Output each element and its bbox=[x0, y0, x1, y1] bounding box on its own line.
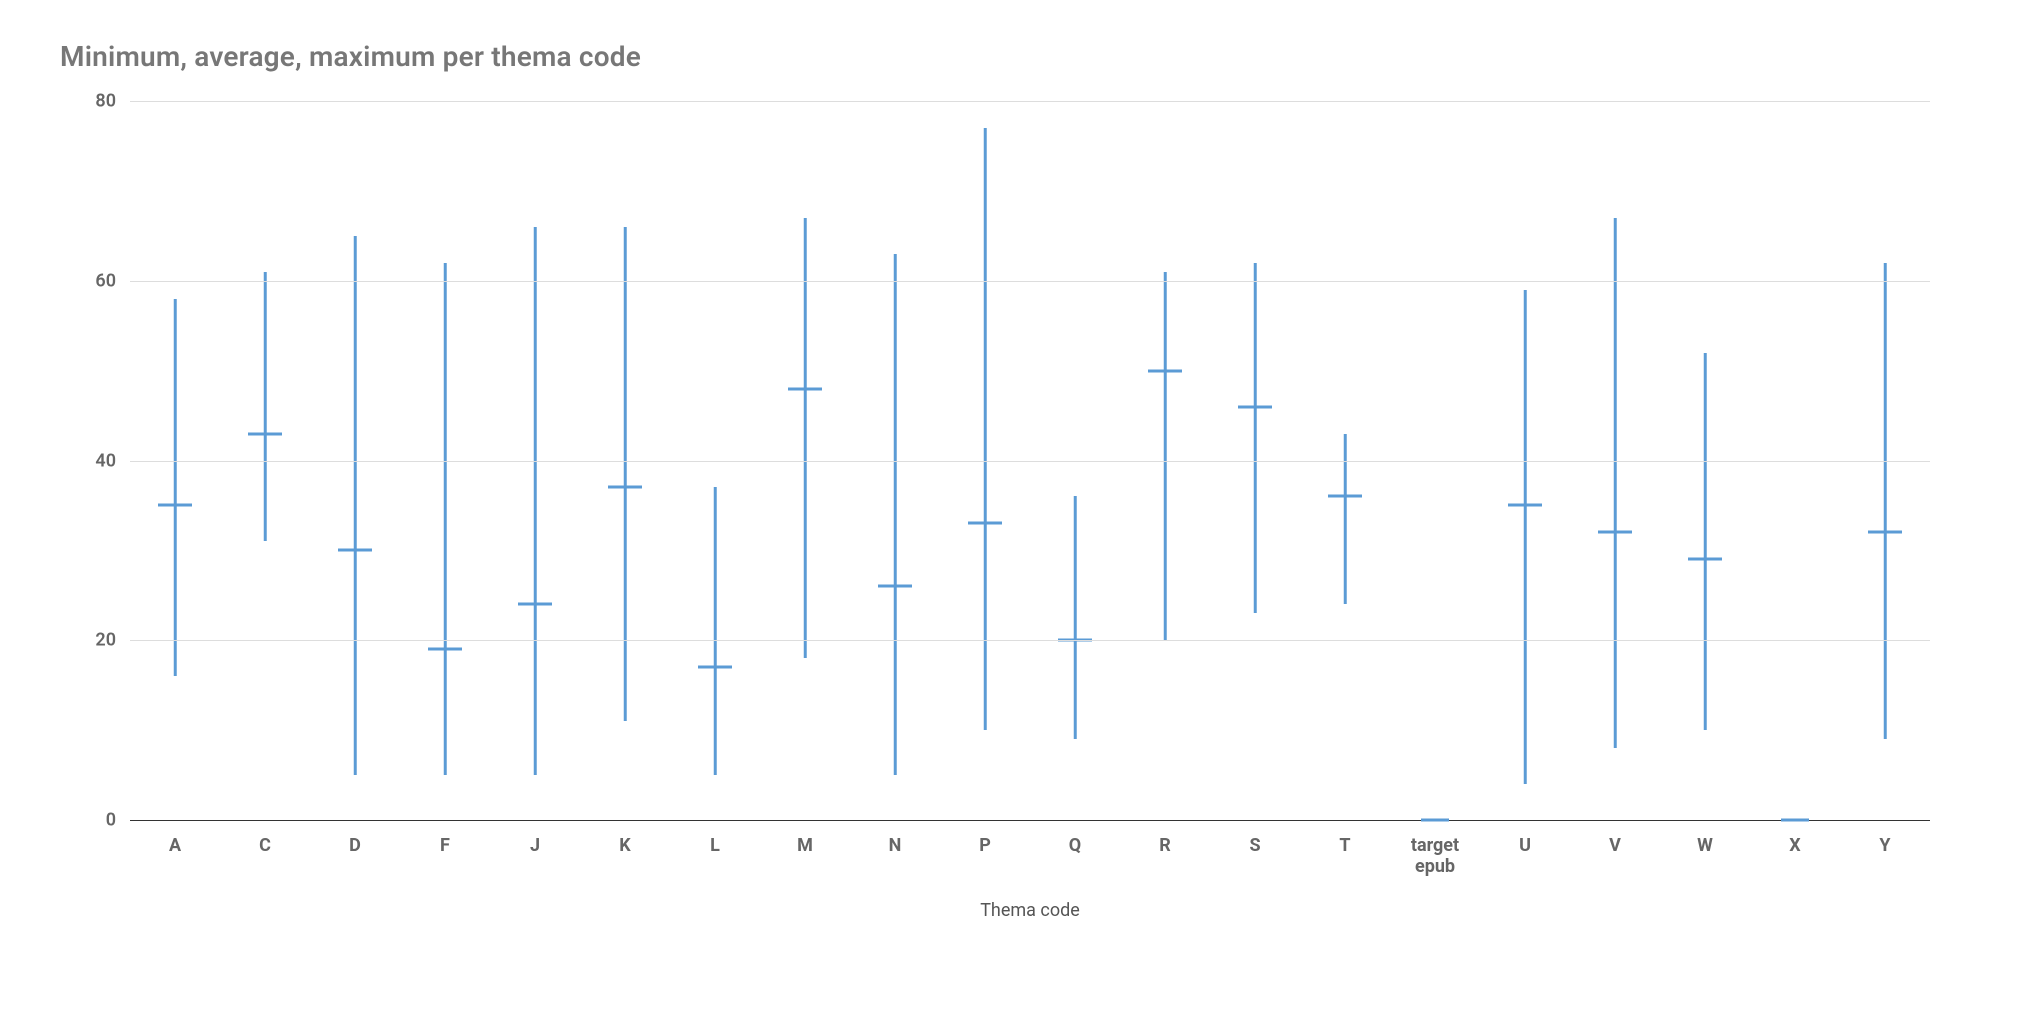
x-tick-label: Q bbox=[1030, 829, 1120, 877]
y-tick-label: 40 bbox=[95, 450, 116, 471]
average-mark bbox=[248, 432, 282, 435]
x-tick-label: R bbox=[1120, 829, 1210, 877]
range-line bbox=[1524, 290, 1527, 784]
average-mark bbox=[158, 504, 192, 507]
average-mark bbox=[878, 585, 912, 588]
average-mark bbox=[968, 522, 1002, 525]
x-tick-label: N bbox=[850, 829, 940, 877]
average-mark bbox=[1328, 495, 1362, 498]
gridline bbox=[130, 461, 1930, 462]
plot-area: 020406080 bbox=[130, 101, 1930, 821]
zero-stub bbox=[1781, 819, 1809, 822]
range-line bbox=[1164, 272, 1167, 640]
x-tick-label: L bbox=[670, 829, 760, 877]
average-mark bbox=[1868, 531, 1902, 534]
gridline bbox=[130, 101, 1930, 102]
range-line bbox=[804, 218, 807, 658]
average-mark bbox=[698, 666, 732, 669]
range-line bbox=[1344, 434, 1347, 605]
x-tick-label: F bbox=[400, 829, 490, 877]
average-mark bbox=[1238, 405, 1272, 408]
average-mark bbox=[608, 486, 642, 489]
range-line bbox=[174, 299, 177, 676]
x-tick-label: J bbox=[490, 829, 580, 877]
x-tick-label: K bbox=[580, 829, 670, 877]
x-tick-label: A bbox=[130, 829, 220, 877]
average-mark bbox=[788, 387, 822, 390]
x-axis-title: Thema code bbox=[130, 900, 1930, 921]
x-tick-label: U bbox=[1480, 829, 1570, 877]
range-line bbox=[1074, 496, 1077, 739]
range-line bbox=[714, 487, 717, 775]
gridline bbox=[130, 640, 1930, 641]
average-mark bbox=[1508, 504, 1542, 507]
range-line bbox=[894, 254, 897, 775]
average-mark bbox=[1598, 531, 1632, 534]
x-tick-label: V bbox=[1570, 829, 1660, 877]
gridline bbox=[130, 281, 1930, 282]
x-tick-label: C bbox=[220, 829, 310, 877]
range-line bbox=[534, 227, 537, 775]
x-tick-label: P bbox=[940, 829, 1030, 877]
range-line bbox=[1614, 218, 1617, 748]
average-mark bbox=[1148, 369, 1182, 372]
x-tick-label: W bbox=[1660, 829, 1750, 877]
x-axis-labels: ACDFJKLMNPQRSTtarget epubUVWXY bbox=[130, 829, 1930, 877]
average-mark bbox=[338, 549, 372, 552]
average-mark bbox=[1688, 558, 1722, 561]
y-tick-label: 0 bbox=[106, 810, 116, 831]
average-mark bbox=[428, 648, 462, 651]
chart: 020406080 ACDFJKLMNPQRSTtarget epubUVWXY… bbox=[60, 101, 1940, 921]
zero-stub bbox=[1421, 819, 1449, 822]
range-line bbox=[624, 227, 627, 721]
y-tick-label: 60 bbox=[95, 270, 116, 291]
range-line bbox=[354, 236, 357, 775]
chart-title: Minimum, average, maximum per thema code bbox=[60, 40, 1964, 73]
range-line bbox=[1704, 353, 1707, 730]
range-line bbox=[444, 263, 447, 775]
x-tick-label: D bbox=[310, 829, 400, 877]
y-tick-label: 80 bbox=[95, 91, 116, 112]
x-tick-label: T bbox=[1300, 829, 1390, 877]
range-line bbox=[1254, 263, 1257, 614]
average-mark bbox=[518, 603, 552, 606]
range-line bbox=[1884, 263, 1887, 739]
range-line bbox=[264, 272, 267, 542]
x-tick-label: Y bbox=[1840, 829, 1930, 877]
y-tick-label: 20 bbox=[95, 630, 116, 651]
x-tick-label: S bbox=[1210, 829, 1300, 877]
x-tick-label: M bbox=[760, 829, 850, 877]
x-tick-label: target epub bbox=[1390, 829, 1480, 877]
x-tick-label: X bbox=[1750, 829, 1840, 877]
